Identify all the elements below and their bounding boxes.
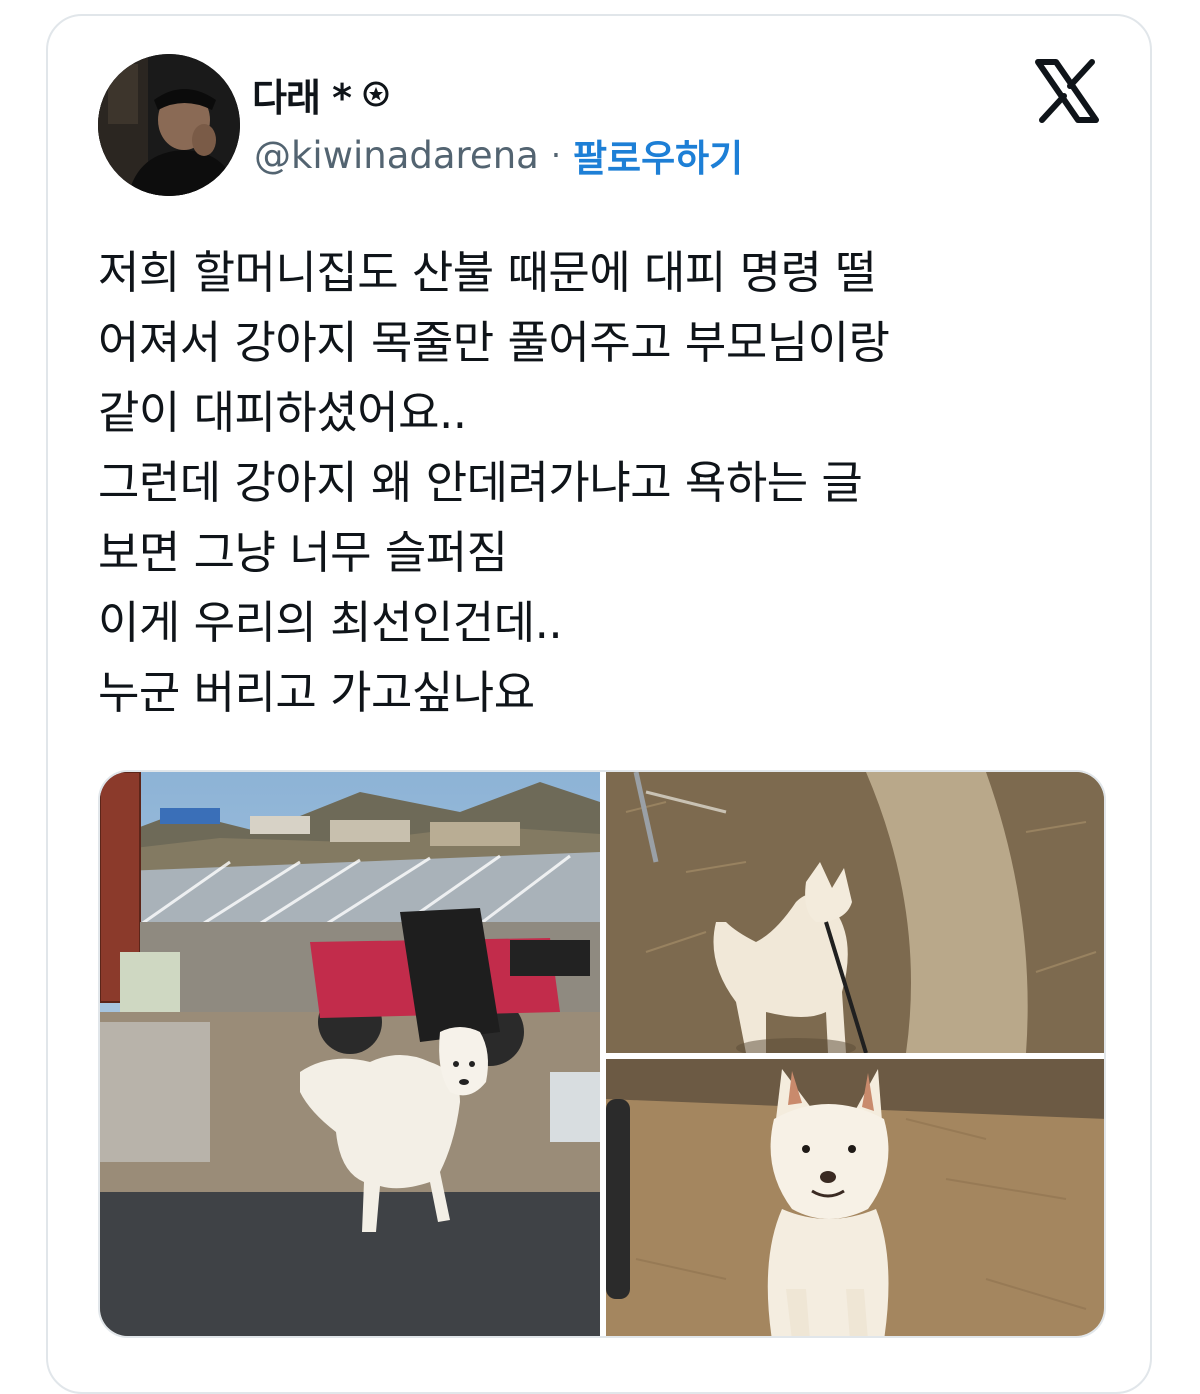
handle-row: @kiwinadarena · 팔로우하기 [254,128,743,182]
white-dog-on-leash-photo[interactable] [606,772,1104,1053]
tweet-line: 누군 버리고 가고싶나요 [98,666,535,719]
tweet-text: 저희 할머니집도 산불 때문에 대피 명령 떨 어져서 강아지 목줄만 풀어주고… [98,238,1108,728]
tweet-line: 어져서 강아지 목줄만 풀어주고 부모님이랑 [98,316,890,369]
display-name[interactable]: 다래 * [252,67,352,122]
tweet-line: 보면 그냥 너무 슬퍼짐 [98,526,508,579]
tweet-line: 같이 대피하셨어요.. [98,386,467,439]
tweet-line: 이게 우리의 최선인건데.. [98,596,563,649]
tweet-card[interactable]: 다래 * @kiwinadarena · 팔로우하기 저희 할머니집도 산불 때… [46,14,1152,1394]
star-badge-icon [363,81,389,107]
white-dog-farmyard-photo[interactable] [100,772,600,1336]
avatar[interactable] [98,54,240,196]
x-logo-icon[interactable] [1032,56,1102,126]
media-grid[interactable] [98,770,1106,1338]
white-dog-sitting-photo[interactable] [606,1059,1104,1336]
tweet-line: 그런데 강아지 왜 안데려가냐고 욕하는 글 [98,456,863,509]
user-handle[interactable]: @kiwinadarena [254,134,539,177]
separator-dot: · [550,136,561,174]
follow-button[interactable]: 팔로우하기 [573,128,743,182]
tweet-line: 저희 할머니집도 산불 때문에 대피 명령 떨 [98,246,877,299]
display-name-row: 다래 * [252,68,389,120]
